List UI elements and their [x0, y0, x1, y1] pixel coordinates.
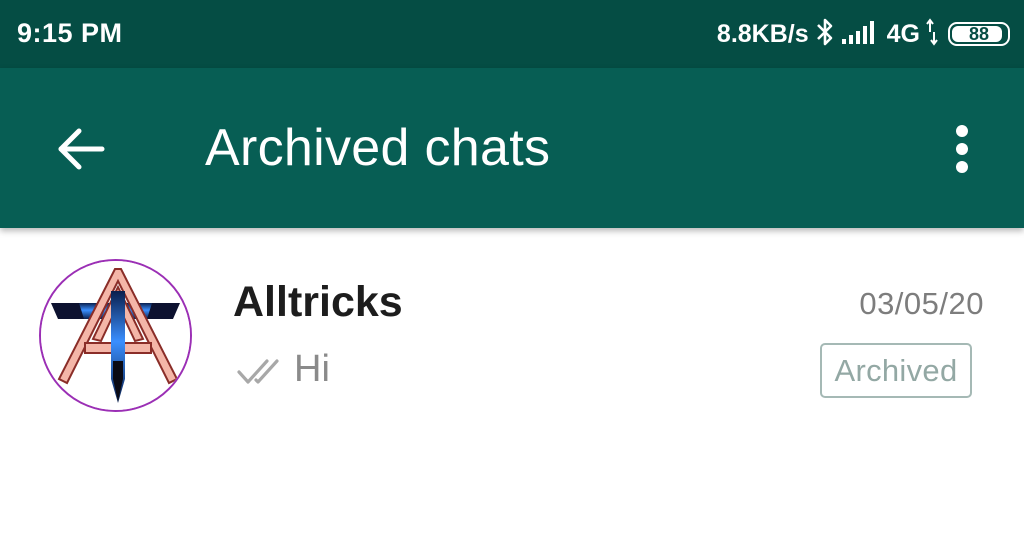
signal-icon	[841, 19, 879, 50]
bluetooth-icon	[815, 17, 835, 52]
more-vertical-icon	[955, 124, 969, 179]
more-options-button[interactable]	[935, 121, 989, 181]
chat-date: 03/05/20	[859, 286, 984, 321]
archived-badge: Archived	[820, 343, 972, 398]
battery-level: 88	[968, 23, 990, 44]
battery-icon: 88	[948, 22, 1010, 46]
network-type: 4G	[886, 19, 920, 48]
chat-row[interactable]: Alltricks 03/05/20 Hi Archived	[0, 236, 1024, 426]
app-bar: Archived chats	[0, 68, 1024, 228]
arrow-left-icon	[55, 127, 105, 176]
data-arrows-icon	[926, 17, 938, 51]
last-message: Hi	[294, 348, 330, 390]
avatar[interactable]	[39, 259, 192, 412]
chat-name: Alltricks	[233, 278, 403, 326]
net-speed: 8.8KB/s	[716, 19, 809, 48]
back-button[interactable]	[50, 121, 110, 181]
status-icons: 8.8KB/s 4G 88	[717, 16, 1010, 52]
double-tick-icon	[237, 358, 287, 386]
alltricks-logo-icon	[41, 261, 190, 410]
page-title: Archived chats	[205, 119, 551, 177]
status-time: 9:15 PM	[17, 18, 123, 48]
status-bar: 9:15 PM 8.8KB/s 4G 88	[0, 0, 1024, 68]
